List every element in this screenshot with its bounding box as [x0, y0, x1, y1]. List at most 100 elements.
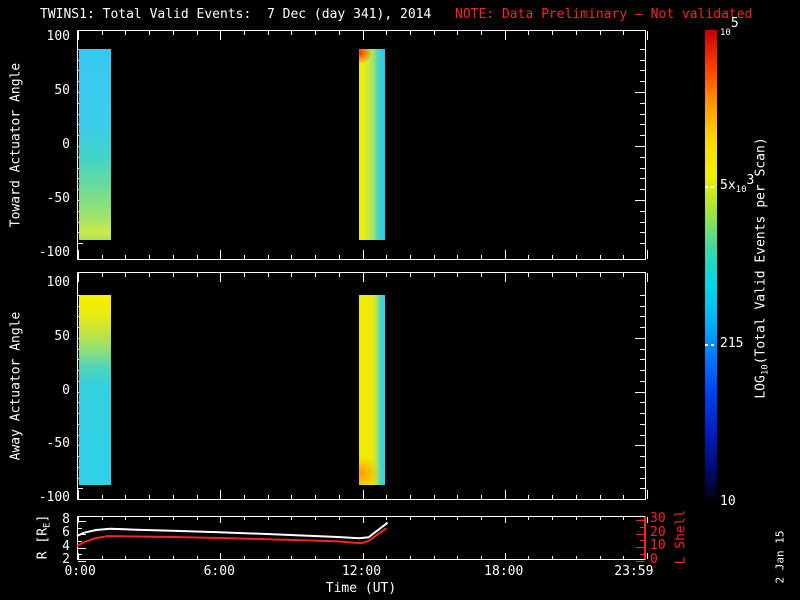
x-axis-tick — [504, 273, 506, 282]
y-axis-tick — [640, 359, 645, 361]
x-axis-tick — [196, 31, 198, 35]
x-axis-tick — [243, 495, 245, 499]
x-axis-tick — [409, 495, 411, 499]
x-axis-tick — [599, 495, 601, 499]
x-axis-tick — [149, 495, 151, 499]
y-axis-tick — [640, 466, 645, 468]
y-tick-label: 50 — [54, 328, 70, 344]
date-stamp: 2 Jan 15 — [773, 530, 787, 584]
y-axis-tick — [640, 402, 645, 404]
y-tick-label: 0 — [62, 382, 70, 398]
x-axis-tick — [599, 273, 601, 277]
x-axis-tick — [457, 495, 459, 499]
x-axis-tick — [315, 273, 317, 277]
y-axis-tick — [640, 380, 645, 382]
x-axis-tick — [457, 31, 459, 35]
y-axis-tick — [640, 488, 645, 490]
y-axis-tick — [640, 102, 645, 104]
y-axis-tick — [640, 113, 645, 115]
x-axis-tick — [504, 250, 506, 259]
x-axis-tick — [125, 273, 127, 277]
l-shell-axis-tick — [636, 561, 644, 562]
y-axis-tick — [640, 456, 645, 457]
x-axis-tick — [220, 250, 222, 259]
scan-coverage-band — [79, 48, 112, 240]
y-axis-tick — [640, 189, 645, 191]
x-axis-tick — [78, 490, 79, 499]
x-axis-tick — [315, 31, 317, 35]
colorbar-tick-label: 10 — [720, 494, 736, 509]
x-axis-tick — [220, 273, 222, 282]
y-axis-tick — [640, 243, 645, 245]
x-axis-tick — [552, 495, 554, 499]
x-axis-tick — [101, 31, 103, 35]
x-axis-tick — [575, 273, 577, 277]
x-axis-tick — [646, 553, 648, 559]
x-axis-tick — [149, 255, 151, 259]
colorbar-tick-dash — [705, 344, 717, 347]
x-axis-tick — [623, 495, 625, 499]
y-axis-tick — [635, 200, 645, 201]
x-axis-tick — [528, 273, 530, 277]
x-axis-tick — [575, 31, 577, 35]
x-axis-tick — [433, 495, 435, 499]
x-axis-tick — [433, 31, 435, 35]
y-axis-tick — [640, 232, 645, 234]
plot-window: TWINS1: Total Valid Events: 7 Dec (day 3… — [0, 0, 800, 600]
x-axis-tick — [78, 31, 79, 40]
preliminary-note: NOTE: Data Preliminary – Not validated — [455, 7, 753, 22]
x-axis-tick — [646, 31, 648, 40]
y-axis-tick — [635, 391, 645, 393]
x-axis-tick — [267, 255, 269, 259]
x-axis-tick — [386, 255, 388, 259]
y-axis-tick — [635, 146, 645, 147]
x-axis-tick — [172, 273, 174, 277]
x-axis-tick — [504, 31, 506, 40]
scan-coverage-band — [358, 48, 386, 240]
time-tick-label: 6:00 — [203, 564, 235, 579]
x-axis-tick — [291, 31, 293, 35]
x-axis-tick — [481, 31, 483, 35]
toward-axis-label: Toward Actuator Angle — [8, 62, 24, 228]
x-axis-tick — [338, 31, 340, 35]
x-axis-tick — [267, 273, 269, 277]
y-tick-label: 100 — [46, 275, 70, 290]
y-tick-label: 50 — [54, 83, 70, 98]
y-axis-tick — [640, 124, 645, 126]
plot-title: TWINS1: Total Valid Events: 7 Dec (day 3… — [40, 7, 432, 22]
x-axis-tick — [599, 31, 601, 35]
x-axis-tick — [528, 255, 530, 259]
x-axis-tick — [220, 31, 222, 40]
y-axis-tick — [78, 488, 83, 490]
x-axis-tick — [575, 495, 577, 499]
y-axis-tick — [640, 210, 645, 212]
x-axis-tick — [528, 495, 530, 499]
x-axis-tick — [78, 273, 79, 282]
x-axis-tick — [575, 255, 577, 259]
x-axis-tick — [78, 250, 79, 259]
x-axis-tick — [552, 31, 554, 35]
x-axis-tick — [338, 273, 340, 277]
time-tick-label: 12:00 — [341, 564, 382, 579]
x-axis-tick — [125, 495, 127, 499]
y-axis-tick — [635, 337, 645, 339]
r-axis-tick — [78, 561, 86, 562]
x-axis-tick — [409, 273, 411, 277]
y-axis-tick — [640, 423, 645, 425]
colorbar — [705, 30, 717, 503]
x-axis-tick — [243, 273, 245, 277]
y-axis-tick — [640, 156, 645, 158]
x-axis-tick — [315, 255, 317, 259]
time-tick-label: 18:00 — [484, 564, 524, 579]
x-axis-tick — [362, 273, 364, 282]
time-axis-title: Time (UT) — [325, 581, 397, 596]
y-axis-tick — [640, 167, 645, 169]
y-axis-tick — [640, 477, 645, 479]
x-axis-tick — [646, 273, 648, 282]
colorbar-tick-dash — [705, 186, 717, 189]
x-axis-tick — [552, 273, 554, 277]
x-axis-tick — [101, 495, 103, 499]
x-axis-tick — [172, 255, 174, 259]
y-tick-label: -100 — [38, 490, 70, 505]
away-heatmap-panel — [77, 272, 648, 500]
